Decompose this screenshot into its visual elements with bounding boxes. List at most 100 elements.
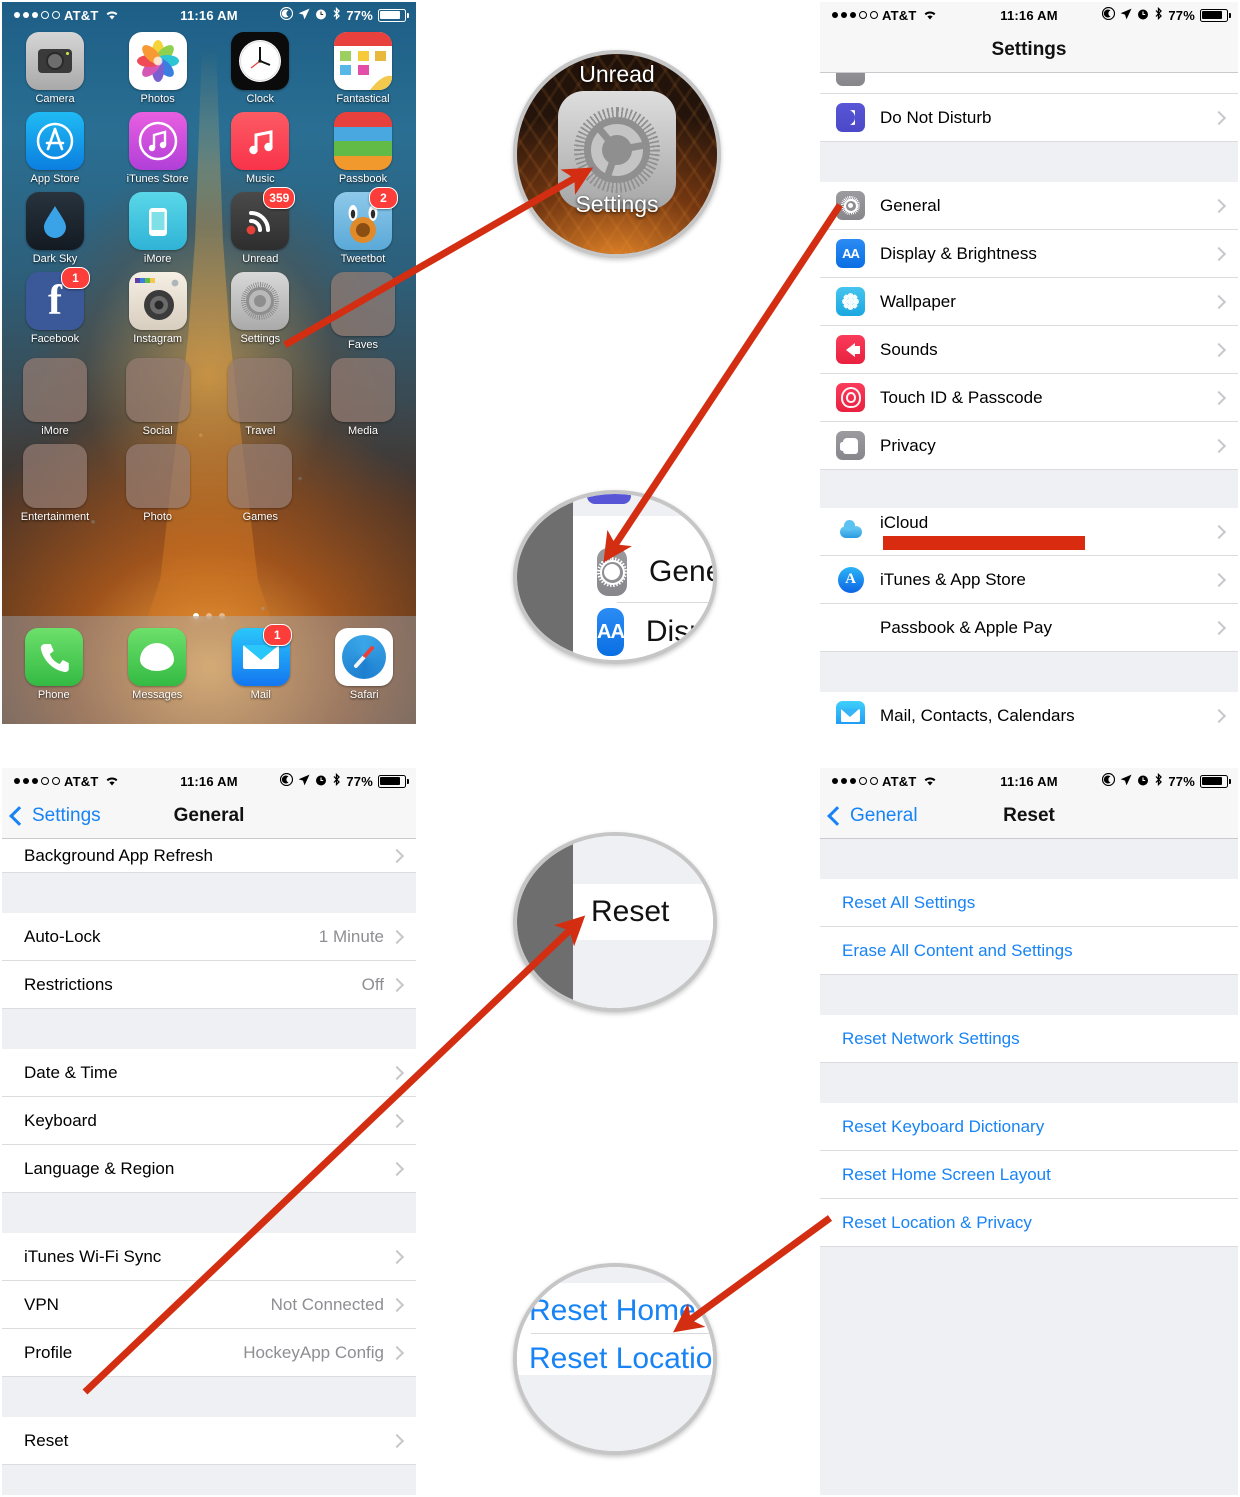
chevron-right-icon — [389, 1065, 405, 1080]
app-itunes-store[interactable]: iTunes Store — [115, 112, 201, 185]
battery-icon — [378, 8, 409, 22]
general-row-vpn[interactable]: VPN Not Connected — [2, 1281, 416, 1329]
app-imore[interactable]: iMore — [115, 192, 201, 265]
clock-icon — [231, 32, 290, 90]
chevron-right-icon — [389, 1161, 405, 1176]
general-row-auto-lock[interactable]: Auto-Lock 1 Minute — [2, 913, 416, 961]
settings-row-touch-id[interactable]: Touch ID & Passcode — [820, 374, 1238, 422]
app-app-store[interactable]: App Store — [12, 112, 98, 185]
back-button-settings[interactable]: Settings — [2, 805, 101, 827]
app-facebook[interactable]: f 1 Facebook — [12, 267, 98, 351]
app-music[interactable]: Music — [217, 112, 303, 185]
reset-row-reset-home-screen-layout[interactable]: Reset Home Screen Layout — [820, 1151, 1238, 1199]
gear-spokes — [584, 117, 651, 183]
general-row-restrictions[interactable]: Restrictions Off — [2, 961, 416, 1009]
dock-app-phone[interactable]: Phone — [13, 628, 95, 701]
folder-media[interactable]: Media — [320, 358, 406, 437]
dock-app-messages[interactable]: Messages — [116, 628, 198, 701]
row-label: Date & Time — [24, 1062, 118, 1082]
passbook-icon — [333, 112, 392, 170]
dark-sky-icon — [26, 192, 84, 250]
chevron-right-icon — [389, 1297, 405, 1312]
row-label: Profile — [24, 1342, 73, 1362]
settings-row-general[interactable]: General — [820, 182, 1238, 230]
row-label: Language & Region — [24, 1158, 175, 1178]
folder-social[interactable]: Social — [115, 358, 201, 437]
app-label: Safari — [349, 689, 379, 701]
chevron-right-icon — [389, 848, 405, 863]
app-label: Photo — [143, 511, 173, 523]
callout-row-reset-location-privacy[interactable]: Reset Location & Priv — [517, 1337, 713, 1381]
settings-row-icloud[interactable]: iCloud — [820, 508, 1238, 556]
general-gear-icon — [836, 191, 865, 220]
chevron-right-icon — [1211, 110, 1227, 125]
settings-row-display-brightness[interactable]: AA Display & Brightness — [820, 230, 1238, 278]
camera-icon — [26, 32, 84, 90]
row-label: Privacy — [880, 435, 936, 455]
general-row-keyboard[interactable]: Keyboard — [2, 1097, 416, 1145]
app-dark-sky[interactable]: Dark Sky — [12, 192, 98, 265]
general-row-date-time[interactable]: Date & Time — [2, 1049, 416, 1097]
settings-list-group-3: iCloud A iTunes & App Store Passbook & A… — [820, 508, 1238, 652]
chevron-right-icon — [1211, 572, 1227, 587]
general-row-itunes-wifi-sync[interactable]: iTunes Wi-Fi Sync — [2, 1233, 416, 1281]
app-label: iMore — [41, 425, 69, 437]
settings-row-passbook-apple-pay[interactable]: Passbook & Apple Pay — [820, 604, 1238, 652]
reset-row-reset-location-privacy[interactable]: Reset Location & Privacy — [820, 1199, 1238, 1247]
callout-row-general[interactable]: General — [573, 546, 713, 598]
badge-count: 2 — [368, 187, 398, 209]
app-tweetbot[interactable]: 2 Tweetbot — [320, 187, 406, 265]
folder-faves[interactable]: Faves — [320, 272, 406, 351]
app-label: Unread — [242, 253, 279, 265]
display-brightness-icon: AA — [836, 239, 865, 268]
folder-travel[interactable]: Travel — [217, 358, 303, 437]
settings-row-privacy[interactable]: Privacy — [820, 422, 1238, 470]
folder-icon — [23, 444, 87, 508]
general-row-language-region[interactable]: Language & Region — [2, 1145, 416, 1193]
settings-row-mail-contacts-calendars[interactable]: Mail, Contacts, Calendars — [820, 692, 1238, 724]
app-instagram[interactable]: Instagram — [115, 272, 201, 351]
row-label: Reset Home Screen — [529, 1294, 713, 1327]
callout-row-reset[interactable]: Reset — [573, 888, 713, 936]
settings-row-sounds[interactable]: Sounds — [820, 326, 1238, 374]
row-label: Keyboard — [24, 1110, 97, 1130]
back-button-general[interactable]: General — [820, 805, 918, 827]
reset-row-reset-keyboard-dictionary[interactable]: Reset Keyboard Dictionary — [820, 1103, 1238, 1151]
callout-row-reset-home-screen[interactable]: Reset Home Screen — [517, 1289, 713, 1333]
itunes-app-store-icon: A — [836, 565, 865, 594]
folder-photo[interactable]: Photo — [115, 444, 201, 523]
dock-app-mail[interactable]: 1 Mail — [220, 624, 302, 701]
app-label: Entertainment — [20, 511, 90, 523]
reset-row-erase-all-content[interactable]: Erase All Content and Settings — [820, 927, 1238, 975]
dock-app-safari[interactable]: Safari — [323, 628, 405, 701]
chevron-right-icon — [389, 1113, 405, 1128]
app-clock[interactable]: Clock — [217, 32, 303, 105]
folder-entertainment[interactable]: Entertainment — [12, 444, 98, 523]
wallpaper-icon — [836, 287, 865, 316]
folder-imore[interactable]: iMore — [12, 358, 98, 437]
general-row-profile[interactable]: Profile HockeyApp Config — [2, 1329, 416, 1377]
callout-row-display[interactable]: AA Display — [573, 606, 713, 658]
folder-games[interactable]: Games — [217, 444, 303, 523]
row-divider — [617, 602, 713, 603]
app-unread[interactable]: 359 Unread — [217, 187, 303, 265]
app-fantastical[interactable]: Fantastical — [320, 32, 406, 105]
app-passbook[interactable]: Passbook — [320, 112, 406, 185]
general-row-reset[interactable]: Reset — [2, 1417, 416, 1465]
app-settings[interactable]: Settings — [217, 272, 303, 351]
app-camera[interactable]: Camera — [12, 32, 98, 105]
tutorial-collage: AT&T 11:16 AM 77% Camera Photos Clock Fa… — [0, 0, 1240, 1497]
chevron-right-icon — [1211, 524, 1227, 539]
settings-row-do-not-disturb[interactable]: Do Not Disturb — [820, 94, 1238, 142]
general-row-background-app-refresh[interactable]: Background App Refresh — [2, 839, 416, 873]
reset-row-reset-all-settings[interactable]: Reset All Settings — [820, 879, 1238, 927]
settings-row-itunes-app-store[interactable]: A iTunes & App Store — [820, 556, 1238, 604]
settings-row-wallpaper[interactable]: Wallpaper — [820, 278, 1238, 326]
app-photos[interactable]: Photos — [115, 32, 201, 105]
safari-icon — [335, 628, 394, 686]
row-label: Display & Brightness — [880, 243, 1037, 263]
reset-row-reset-network-settings[interactable]: Reset Network Settings — [820, 1015, 1238, 1063]
app-label: Faves — [347, 339, 378, 351]
status-bar: AT&T 11:16 AM 77% — [820, 2, 1238, 28]
settings-list-group-2: General AA Display & Brightness Wallpape… — [820, 182, 1238, 470]
